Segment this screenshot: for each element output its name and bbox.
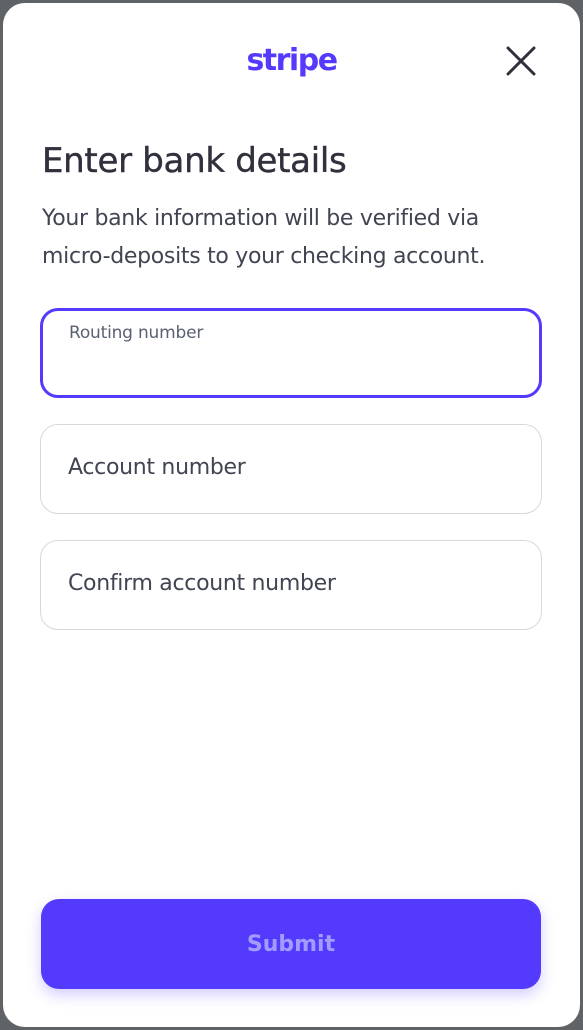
bank-details-modal: stripe Enter bank details Your bank info… [3, 3, 580, 1027]
confirm-account-number-placeholder: Confirm account number [68, 571, 336, 596]
submit-button[interactable]: Submit [41, 899, 541, 989]
stripe-logo: stripe [246, 43, 338, 78]
account-number-field[interactable]: Account number [40, 424, 542, 514]
routing-number-label: Routing number [69, 323, 204, 343]
confirm-account-number-field[interactable]: Confirm account number [40, 540, 542, 630]
close-icon [506, 46, 536, 76]
page-description: Your bank information will be verified v… [42, 206, 486, 269]
page-title: Enter bank details [42, 141, 347, 181]
close-button[interactable] [503, 43, 539, 79]
routing-number-field[interactable]: Routing number [40, 308, 542, 398]
account-number-placeholder: Account number [68, 455, 246, 480]
